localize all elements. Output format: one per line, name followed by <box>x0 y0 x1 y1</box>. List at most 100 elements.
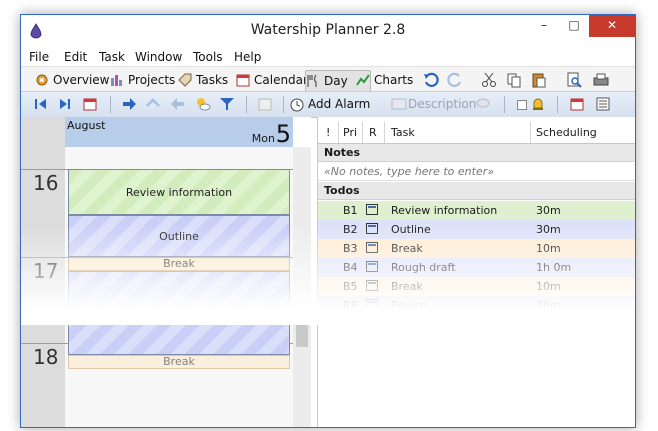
indent-arrow-icon[interactable] <box>121 96 137 112</box>
redo-arrow-icon[interactable] <box>145 96 161 112</box>
print-preview-icon[interactable] <box>566 72 582 88</box>
undo-icon[interactable] <box>423 72 439 88</box>
todo-row[interactable]: B5 Break 10m <box>318 277 635 297</box>
column-header-flag[interactable]: ! <box>326 126 330 139</box>
todo-task: Rough draft <box>391 261 456 274</box>
toolbar-separator <box>283 96 284 113</box>
menu-edit[interactable]: Edit <box>64 50 87 64</box>
todos-section-header: Todos <box>318 182 635 200</box>
column-header-scheduling[interactable]: Scheduling <box>536 126 597 139</box>
day-icon <box>307 74 317 87</box>
cut-icon[interactable] <box>481 72 497 88</box>
first-day-icon[interactable] <box>33 96 49 112</box>
bell-icon[interactable] <box>530 96 546 112</box>
task-box-icon[interactable] <box>366 223 378 234</box>
event-label: Rough draft <box>146 307 212 320</box>
comment-icon <box>476 98 490 108</box>
tab-tasks[interactable]: Tasks <box>178 70 228 90</box>
todo-task: Review information <box>391 204 498 217</box>
close-button[interactable]: ✕ <box>589 15 635 37</box>
tab-label: Day <box>324 74 348 88</box>
weekday-label: Mon <box>251 132 275 145</box>
todo-scheduling: 30m <box>536 204 561 217</box>
todo-row[interactable]: B1 Review information 30m <box>318 201 635 221</box>
minimize-button[interactable]: – <box>529 15 559 37</box>
todo-scheduling: 30m <box>536 223 561 236</box>
task-box-icon[interactable] <box>366 204 378 215</box>
event-block[interactable]: Break <box>68 355 290 369</box>
outdent-arrow-icon[interactable] <box>170 96 186 112</box>
calendar-red-icon[interactable] <box>569 96 585 112</box>
menu-file[interactable]: File <box>29 50 49 64</box>
todo-priority: B2 <box>343 223 358 236</box>
todo-priority: B5 <box>343 280 358 293</box>
small-checkbox[interactable] <box>517 100 527 110</box>
weather-icon[interactable] <box>195 96 211 112</box>
description-icon <box>391 98 407 110</box>
chart-icon <box>356 74 370 86</box>
tab-label: Tasks <box>196 73 229 87</box>
redo-icon[interactable] <box>447 72 463 88</box>
list-view-icon[interactable] <box>595 96 611 112</box>
copy-icon[interactable] <box>506 72 522 88</box>
todo-row[interactable]: B4 Rough draft 1h 0m <box>318 258 635 278</box>
print-icon[interactable] <box>593 72 609 88</box>
todo-task: Outline <box>391 223 431 236</box>
menu-task[interactable]: Task <box>99 50 125 64</box>
column-header-task[interactable]: Task <box>391 126 415 139</box>
toolbar-separator <box>504 96 505 113</box>
task-box-icon[interactable] <box>366 261 378 272</box>
view-tab-bar: Overview Projects Tasks Calendar Day Cha… <box>21 66 635 92</box>
tag-icon <box>178 73 192 87</box>
todo-scheduling: 10m <box>536 280 561 293</box>
filter-icon[interactable] <box>219 96 235 112</box>
task-box-icon[interactable] <box>366 299 378 310</box>
column-divider <box>338 122 339 143</box>
todo-task: Revise <box>391 299 427 312</box>
event-label: Break <box>163 355 195 368</box>
description-button[interactable]: Description <box>408 97 476 111</box>
menu-tools[interactable]: Tools <box>193 50 223 64</box>
todo-row[interactable]: B6 Revise 30m <box>318 296 635 316</box>
column-divider <box>530 122 531 143</box>
todo-task: Break <box>391 242 423 255</box>
hour-label-16: 16 <box>33 171 59 195</box>
alarm-clock-icon[interactable] <box>289 96 305 112</box>
day-scrollbar[interactable] <box>293 147 311 427</box>
column-header-pri[interactable]: Pri <box>343 126 357 139</box>
event-label: Review information <box>125 186 233 199</box>
next-day-icon[interactable] <box>57 96 73 112</box>
event-block[interactable]: Break <box>68 257 290 271</box>
notes-input[interactable]: «No notes, type here to enter» <box>318 163 635 181</box>
projects-icon <box>111 75 122 86</box>
todo-row[interactable]: B3 Break 10m <box>318 239 635 259</box>
menu-bar: File Edit Task Window Tools Help <box>21 48 635 66</box>
column-divider <box>384 122 385 143</box>
event-block[interactable]: Rough draft <box>68 271 290 355</box>
paste-icon[interactable] <box>531 72 547 88</box>
task-list-pane: ! Pri R Task Scheduling Notes «No notes,… <box>317 117 635 427</box>
scrollbar-thumb[interactable] <box>296 311 308 347</box>
event-block[interactable]: Outline <box>68 215 290 257</box>
today-calendar-icon[interactable] <box>82 96 98 112</box>
toolbar-separator <box>557 96 558 113</box>
day-toolbar: Add Alarm Description <box>21 91 635 118</box>
task-box-icon[interactable] <box>366 280 378 291</box>
tab-label: Projects <box>128 73 176 87</box>
event-block[interactable]: Review information <box>68 169 290 215</box>
tab-overview[interactable]: Overview <box>35 70 110 90</box>
tab-label: Calendar <box>254 73 308 87</box>
maximize-button[interactable]: □ <box>559 15 589 37</box>
event-label: Break <box>163 257 195 270</box>
task-box-icon[interactable] <box>366 242 378 253</box>
column-header-r[interactable]: R <box>369 126 377 139</box>
menu-help[interactable]: Help <box>234 50 261 64</box>
tab-calendar[interactable]: Calendar <box>236 70 308 90</box>
day-header-corner <box>21 117 65 148</box>
menu-window[interactable]: Window <box>135 50 182 64</box>
add-alarm-button[interactable]: Add Alarm <box>308 97 370 111</box>
tab-charts[interactable]: Charts <box>356 70 413 90</box>
todo-row[interactable]: B2 Outline 30m <box>318 220 635 240</box>
hour-label-18: 18 <box>33 345 59 369</box>
tab-projects[interactable]: Projects <box>110 70 175 90</box>
